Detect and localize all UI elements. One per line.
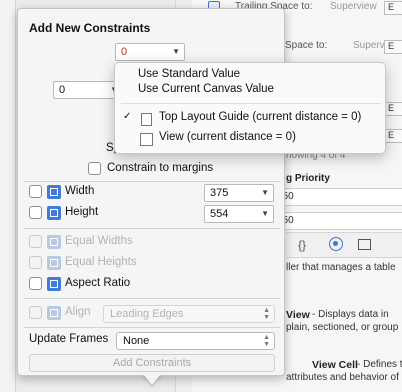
popover-arrow (143, 374, 161, 385)
checkmark-icon: ✓ (123, 111, 132, 122)
priority-heading: g Priority (286, 173, 330, 184)
chevron-down-icon[interactable]: ▼ (261, 209, 269, 218)
equal-widths-label: Equal Widths (65, 235, 133, 247)
library-description: attributes and behavior of cells (286, 372, 402, 383)
top-spacing-combo[interactable]: 0 ▼ (115, 43, 185, 61)
view-icon (140, 133, 153, 146)
update-frames-value: None (123, 335, 150, 347)
aspect-ratio-label: Aspect Ratio (65, 277, 131, 289)
layout-guide-icon (141, 113, 152, 126)
up-down-arrows-icon: ▲ ▼ (263, 307, 270, 321)
width-value: 375 (210, 187, 229, 199)
library-item-title: View Cell (312, 359, 358, 371)
chevron-down-icon[interactable]: ▼ (172, 47, 180, 56)
equal-widths-icon (47, 235, 61, 249)
priority-field[interactable]: 250 (272, 212, 402, 230)
menu-item-label: Use Current Canvas Value (138, 83, 274, 95)
equal-widths-checkbox[interactable] (29, 235, 42, 248)
up-down-arrows-icon: ▲ ▼ (263, 334, 270, 348)
align-value: Leading Edges (110, 308, 184, 320)
divider (24, 181, 280, 182)
height-checkbox[interactable] (29, 206, 42, 219)
width-checkbox[interactable] (29, 185, 42, 198)
add-constraints-button[interactable]: Add Constraints (29, 354, 275, 372)
canvas-edge (0, 0, 16, 392)
menu-divider (121, 103, 381, 104)
popover-title: Add New Constraints (29, 21, 151, 35)
priority-field[interactable]: 250 (272, 188, 402, 206)
update-frames-label: Update Frames (29, 333, 109, 345)
library-description: - Defines the (357, 359, 402, 370)
align-select[interactable]: Leading Edges ▲ ▼ (103, 305, 275, 323)
height-label: Height (65, 206, 99, 218)
chevron-down-icon[interactable]: ▼ (261, 188, 269, 197)
height-constraint-icon (47, 206, 61, 220)
edit-button[interactable]: E (384, 102, 402, 116)
library-description: plain, sectioned, or group (286, 322, 399, 333)
library-description: ller that manages a table (286, 262, 396, 273)
align-icon (47, 306, 61, 320)
height-value: 554 (210, 208, 229, 220)
aspect-ratio-checkbox[interactable] (29, 277, 42, 290)
left-spacing-value: 0 (59, 84, 66, 96)
menu-item-label: Use Standard Value (138, 68, 241, 80)
constrain-margins-label: Constrain to margins (107, 162, 214, 174)
library-description: - Displays data in (312, 309, 389, 320)
align-checkbox[interactable] (29, 306, 42, 319)
constraint-label: Space to: (285, 40, 328, 51)
divider (24, 298, 280, 299)
left-spacing-combo[interactable]: 0 ▼ (53, 81, 123, 99)
spacing-dropdown-menu: Use Standard Value Use Current Canvas Va… (114, 62, 386, 154)
equal-heights-label: Equal Heights (65, 256, 137, 268)
divider (24, 228, 280, 229)
equal-heights-checkbox[interactable] (29, 256, 42, 269)
align-label: Align (65, 306, 91, 318)
equal-heights-icon (47, 256, 61, 270)
aspect-ratio-icon (47, 277, 61, 291)
menu-item-label: Top Layout Guide (current distance = 0) (159, 111, 362, 123)
menu-item-canvas-value[interactable]: Use Current Canvas Value (115, 83, 385, 100)
top-spacing-value: 0 (121, 46, 128, 58)
width-constraint-icon (47, 185, 61, 199)
constraint-value: Superview (330, 1, 377, 12)
menu-item-view[interactable]: View (current distance = 0) (115, 131, 385, 148)
edit-button[interactable]: E (384, 129, 402, 143)
edit-button[interactable]: E (384, 1, 402, 15)
update-frames-select[interactable]: None ▲ ▼ (116, 332, 275, 350)
height-combo[interactable]: 554 ▼ (204, 205, 274, 223)
menu-item-top-layout-guide[interactable]: ✓ Top Layout Guide (current distance = 0… (115, 111, 385, 128)
edit-button[interactable]: E (384, 40, 402, 54)
divider (24, 327, 280, 328)
width-combo[interactable]: 375 ▼ (204, 184, 274, 202)
library-item-title: View (286, 309, 310, 321)
constrain-margins-checkbox[interactable] (88, 162, 101, 175)
menu-item-label: View (current distance = 0) (159, 131, 296, 143)
code-icon[interactable]: {} (298, 238, 306, 252)
width-label: Width (65, 185, 95, 197)
media-library-icon[interactable] (358, 239, 371, 250)
object-library-icon[interactable] (329, 237, 343, 251)
